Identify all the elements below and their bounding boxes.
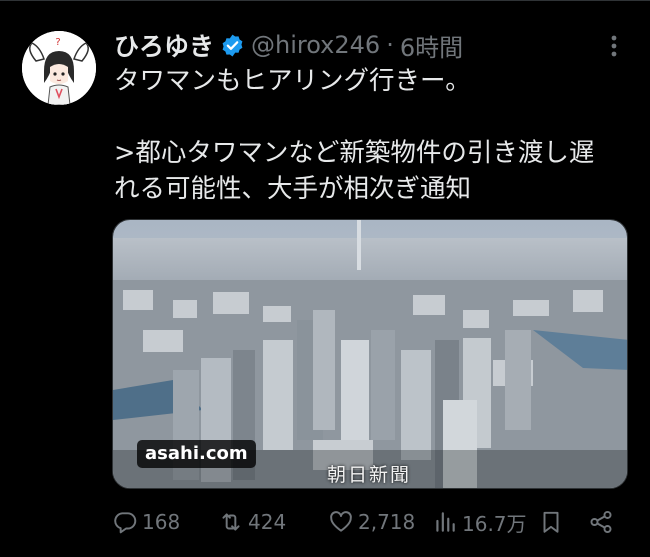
link-card-media[interactable]: asahi.com 朝日新聞	[112, 219, 628, 489]
views-count: 16.7万	[462, 511, 527, 536]
svg-text:?: ?	[55, 37, 60, 48]
tweet-text-line: タワマンもヒアリング行きー。	[114, 66, 471, 96]
reply-icon	[114, 512, 137, 534]
avatar-illustration: ?	[22, 31, 96, 105]
tweet-text-line: >都心タワマンなど新築物件の引き渡し遅	[114, 138, 595, 168]
verified-badge-icon	[220, 33, 245, 58]
timestamp[interactable]: 6時間	[400, 28, 463, 63]
share-icon	[590, 510, 612, 534]
tweet: ? ひろゆき @hirox246 · 6時間 タワマンもヒアリング行きー。 >都…	[0, 0, 650, 557]
repost-count: 424	[248, 510, 287, 534]
bookmark-button[interactable]	[538, 505, 568, 539]
reply-count: 168	[142, 510, 181, 534]
action-bar: 168 424 2,718 16.7万	[112, 505, 632, 539]
repost-button[interactable]: 424	[218, 505, 286, 539]
like-button[interactable]: 2,718	[328, 505, 415, 539]
like-count: 2,718	[358, 510, 416, 534]
separator-dot: ·	[386, 31, 394, 59]
repost-icon	[222, 513, 240, 531]
views-icon	[436, 512, 455, 532]
more-options-icon[interactable]	[602, 31, 626, 61]
views-button[interactable]: 16.7万	[432, 505, 527, 539]
author-name[interactable]: ひろゆき	[114, 27, 214, 63]
heart-icon	[330, 511, 352, 532]
tweet-text: タワマンもヒアリング行きー。 >都心タワマンなど新築物件の引き渡し遅 れる可能性…	[114, 63, 630, 207]
author-handle[interactable]: @hirox246	[251, 31, 380, 59]
link-domain-badge: asahi.com	[137, 440, 256, 468]
tweet-header: ひろゆき @hirox246 · 6時間	[114, 27, 463, 63]
tweet-text-line: れる可能性、大手が相次ぎ通知	[114, 174, 472, 204]
avatar[interactable]: ?	[22, 31, 96, 105]
bookmark-icon	[543, 511, 559, 533]
share-button[interactable]	[588, 505, 618, 539]
reply-button[interactable]: 168	[112, 505, 180, 539]
photo-caption: 朝日新聞	[327, 464, 412, 486]
